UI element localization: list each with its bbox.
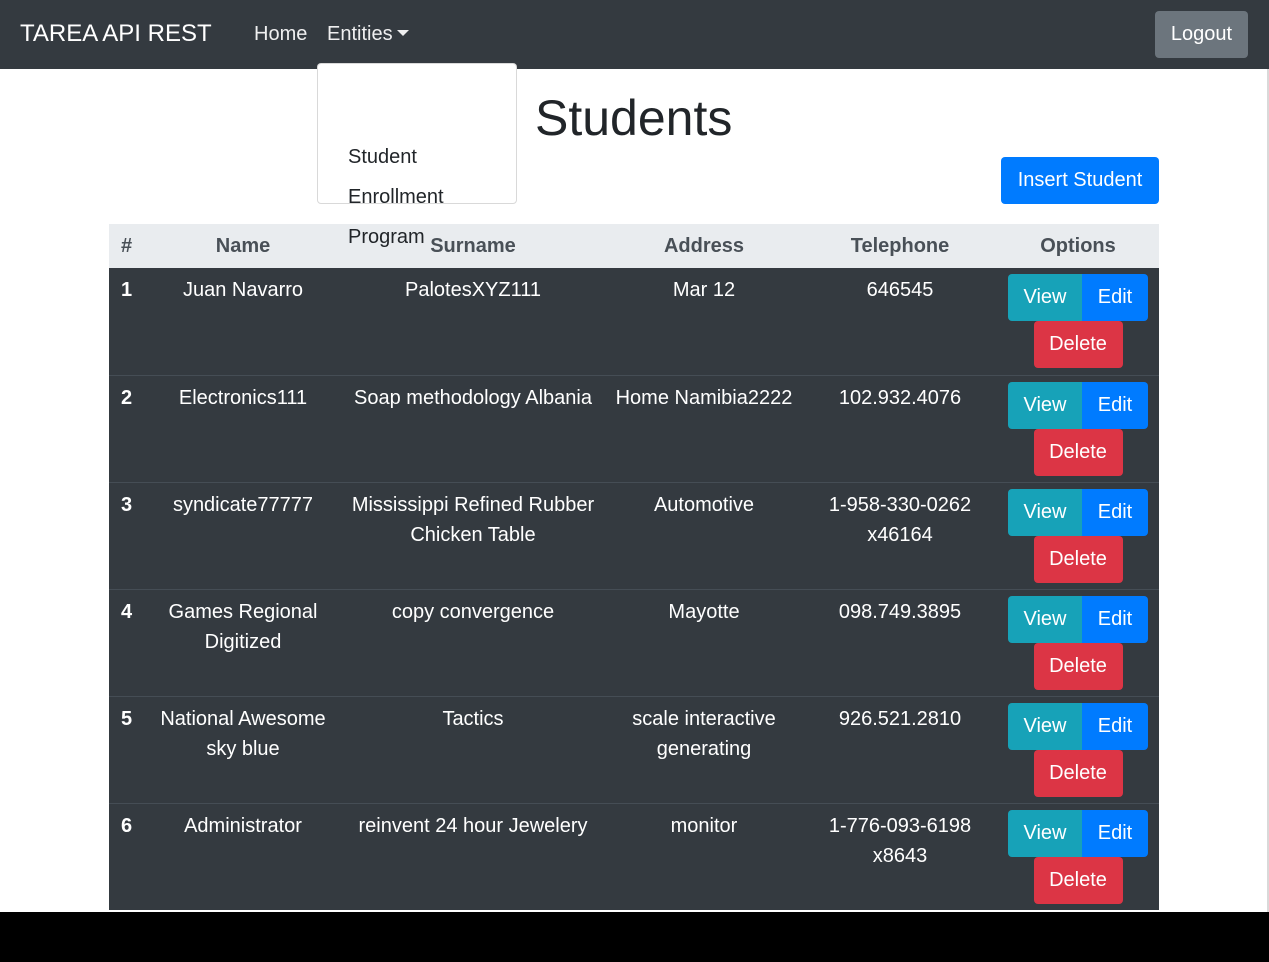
- cell-telephone: 102.932.4076: [803, 374, 997, 482]
- cell-number: 6: [109, 802, 145, 910]
- view-button[interactable]: View: [1008, 595, 1082, 643]
- cell-options: View Edit Delete: [997, 588, 1159, 696]
- students-table: # Name Surname Address Telephone Options…: [109, 224, 1159, 910]
- edit-button[interactable]: Edit: [1082, 488, 1148, 536]
- cell-surname: Tactics: [341, 695, 605, 803]
- view-edit-button-group: View Edit: [997, 488, 1159, 536]
- delete-button-row: Delete: [997, 642, 1159, 690]
- cell-number: 2: [109, 374, 145, 482]
- cell-surname: reinvent 24 hour Jewelery: [341, 802, 605, 910]
- insert-student-button[interactable]: Insert Student: [1001, 157, 1159, 204]
- nav-entities-dropdown[interactable]: Entities: [327, 22, 409, 46]
- cell-options: View Edit Delete: [997, 374, 1159, 482]
- table-row: 5 National Awesome sky blue Tactics scale i…: [109, 695, 1159, 803]
- view-button[interactable]: View: [1008, 381, 1082, 429]
- cell-options: View Edit Delete: [997, 268, 1159, 375]
- cell-address: Mar 12: [605, 268, 803, 375]
- table-header-row: # Name Surname Address Telephone Options: [109, 224, 1159, 268]
- edit-button[interactable]: Edit: [1082, 595, 1148, 643]
- table-row: 6 Administrator reinvent 24 hour Jewelery m…: [109, 802, 1159, 910]
- cell-name: Electronics111: [145, 374, 341, 482]
- cell-name: National Awesome sky blue: [145, 695, 341, 803]
- delete-button-row: Delete: [997, 856, 1159, 904]
- table-row: 2 Electronics111 Soap methodology Albania H…: [109, 374, 1159, 482]
- cell-telephone: 926.521.2810: [803, 695, 997, 803]
- dropdown-item-student[interactable]: Student: [348, 145, 417, 169]
- navbar: TAREA API REST Home Entities Logout: [0, 0, 1269, 69]
- column-header-telephone: Telephone: [803, 224, 997, 268]
- cell-address: Automotive: [605, 481, 803, 589]
- delete-button-row: Delete: [997, 535, 1159, 583]
- cell-telephone: 1-958-330-0262 x46164: [803, 481, 997, 589]
- delete-button[interactable]: Delete: [1033, 749, 1123, 797]
- delete-button[interactable]: Delete: [1033, 856, 1123, 904]
- view-edit-button-group: View Edit: [997, 595, 1159, 643]
- delete-button-row: Delete: [997, 749, 1159, 797]
- cell-name: Juan Navarro: [145, 268, 341, 375]
- delete-button-row: Delete: [997, 321, 1159, 368]
- logout-button[interactable]: Logout: [1155, 11, 1248, 58]
- edit-button[interactable]: Edit: [1082, 809, 1148, 857]
- view-button[interactable]: View: [1008, 488, 1082, 536]
- cell-number: 1: [109, 268, 145, 375]
- delete-button[interactable]: Delete: [1033, 535, 1123, 583]
- cell-options: View Edit Delete: [997, 481, 1159, 589]
- cell-name: syndicate77777: [145, 481, 341, 589]
- cell-address: monitor: [605, 802, 803, 910]
- navbar-brand[interactable]: TAREA API REST: [20, 19, 212, 49]
- cell-telephone: 1-776-093-6198 x8643: [803, 802, 997, 910]
- dropdown-item-program[interactable]: Program: [348, 225, 425, 249]
- nav-home-link[interactable]: Home: [254, 22, 307, 46]
- view-button[interactable]: View: [1008, 274, 1082, 321]
- view-edit-button-group: View Edit: [997, 809, 1159, 857]
- view-button[interactable]: View: [1008, 702, 1082, 750]
- cell-telephone: 646545: [803, 268, 997, 375]
- entities-dropdown-menu: Student Enrollment Program: [317, 63, 517, 248]
- column-header-options: Options: [997, 224, 1159, 268]
- cell-number: 4: [109, 588, 145, 696]
- cell-address: Home Namibia2222: [605, 374, 803, 482]
- delete-button[interactable]: Delete: [1033, 321, 1123, 368]
- cell-address: Mayotte: [605, 588, 803, 696]
- cell-surname: PalotesXYZ111: [341, 268, 605, 375]
- nav-entities-label: Entities: [327, 23, 393, 45]
- edit-button[interactable]: Edit: [1082, 381, 1148, 429]
- cell-name: Games Regional Digitized: [145, 588, 341, 696]
- cell-address: scale interactive generating: [605, 695, 803, 803]
- caret-down-icon: [396, 30, 409, 36]
- cell-name: Administrator: [145, 802, 341, 910]
- cell-surname: copy convergence: [341, 588, 605, 696]
- delete-button[interactable]: Delete: [1033, 428, 1123, 476]
- table-row: 4 Games Regional Digitized copy convergenc…: [109, 588, 1159, 696]
- cell-surname: Soap methodology Albania: [341, 374, 605, 482]
- cell-options: View Edit Delete: [997, 802, 1159, 910]
- delete-button-row: Delete: [997, 428, 1159, 476]
- column-header-number: #: [109, 224, 145, 268]
- table-row: 1 Juan Navarro PalotesXYZ111 Mar 12 646545 Vi…: [109, 268, 1159, 375]
- view-edit-button-group: View Edit: [997, 702, 1159, 750]
- view-edit-button-group: View Edit: [997, 274, 1159, 321]
- column-header-address: Address: [605, 224, 803, 268]
- cell-number: 5: [109, 695, 145, 803]
- cell-options: View Edit Delete: [997, 695, 1159, 803]
- page: TAREA API REST Home Entities Logout Stud…: [0, 0, 1269, 912]
- dropdown-item-enrollment[interactable]: Enrollment: [348, 185, 444, 209]
- cell-surname: Mississippi Refined Rubber Chicken Table: [341, 481, 605, 589]
- edit-button[interactable]: Edit: [1082, 274, 1148, 321]
- page-title: Students: [535, 90, 733, 146]
- table-row: 3 syndicate77777 Mississippi Refined Rubbe…: [109, 481, 1159, 589]
- delete-button[interactable]: Delete: [1033, 642, 1123, 690]
- cell-telephone: 098.749.3895: [803, 588, 997, 696]
- edit-button[interactable]: Edit: [1082, 702, 1148, 750]
- column-header-name: Name: [145, 224, 341, 268]
- view-button[interactable]: View: [1008, 809, 1082, 857]
- cell-number: 3: [109, 481, 145, 589]
- table-body: 1 Juan Navarro PalotesXYZ111 Mar 12 646545 Vi…: [109, 268, 1159, 910]
- view-edit-button-group: View Edit: [997, 381, 1159, 429]
